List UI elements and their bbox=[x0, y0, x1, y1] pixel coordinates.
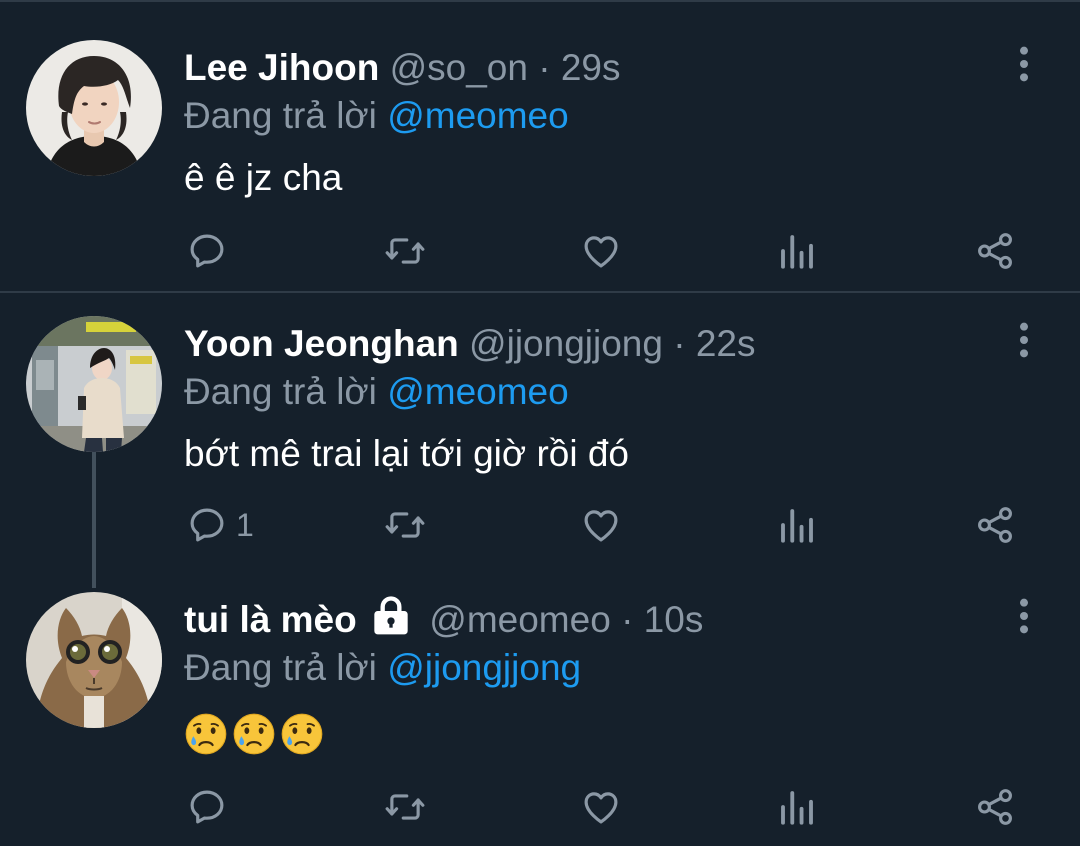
like-icon bbox=[580, 786, 622, 828]
timestamp[interactable]: 10s bbox=[644, 599, 704, 640]
retweet-button[interactable] bbox=[384, 782, 426, 832]
retweet-icon bbox=[384, 230, 426, 272]
like-button[interactable] bbox=[580, 782, 622, 832]
stats-icon bbox=[776, 504, 818, 546]
reply-prefix: Đang trả lời bbox=[184, 371, 377, 412]
like-icon bbox=[580, 230, 622, 272]
reply-button[interactable] bbox=[186, 782, 236, 832]
reply-prefix: Đang trả lời bbox=[184, 95, 377, 136]
tweet-text: ê ê jz cha bbox=[184, 157, 343, 198]
top-divider bbox=[0, 0, 1080, 2]
tweet-actions: 1 bbox=[0, 500, 1080, 560]
more-icon[interactable] bbox=[1004, 44, 1044, 84]
separator-dot: · bbox=[673, 323, 686, 364]
tweet-text bbox=[184, 704, 324, 760]
reply-context: Đang trả lời @jjongjjong bbox=[184, 640, 581, 696]
share-icon bbox=[974, 504, 1016, 546]
reply-mention-link[interactable]: @meomeo bbox=[387, 95, 569, 136]
reply-context: Đang trả lời @meomeo bbox=[184, 88, 569, 144]
share-icon bbox=[974, 230, 1016, 272]
reply-button[interactable]: 1 bbox=[186, 500, 254, 550]
stats-icon bbox=[776, 230, 818, 272]
tweet-actions bbox=[0, 782, 1080, 842]
reply-icon bbox=[186, 230, 228, 272]
display-name[interactable]: Yoon Jeonghan bbox=[184, 323, 459, 364]
reply-count: 1 bbox=[236, 506, 254, 543]
crying-face-emoji bbox=[280, 712, 324, 756]
crying-face-emoji bbox=[184, 712, 228, 756]
like-button[interactable] bbox=[580, 226, 622, 276]
separator-dot: · bbox=[621, 599, 634, 640]
share-button[interactable] bbox=[974, 226, 1016, 276]
user-handle[interactable]: @meomeo bbox=[429, 599, 611, 640]
stats-button[interactable] bbox=[776, 782, 818, 832]
retweet-button[interactable] bbox=[384, 226, 426, 276]
avatar[interactable] bbox=[26, 316, 162, 452]
tweet-actions bbox=[0, 226, 1080, 286]
tweet-divider bbox=[0, 291, 1080, 293]
reply-context: Đang trả lời @meomeo bbox=[184, 364, 569, 420]
stats-button[interactable] bbox=[776, 226, 818, 276]
reply-mention-link[interactable]: @jjongjjong bbox=[387, 647, 581, 688]
stats-button[interactable] bbox=[776, 500, 818, 550]
stats-icon bbox=[776, 786, 818, 828]
reply-prefix: Đang trả lời bbox=[184, 647, 377, 688]
avatar[interactable] bbox=[26, 592, 162, 728]
reply-mention-link[interactable]: @meomeo bbox=[387, 371, 569, 412]
reply-icon bbox=[186, 786, 228, 828]
more-icon[interactable] bbox=[1004, 596, 1044, 636]
more-icon[interactable] bbox=[1004, 320, 1044, 360]
like-button[interactable] bbox=[580, 500, 622, 550]
user-handle[interactable]: @so_on bbox=[390, 47, 528, 88]
share-button[interactable] bbox=[974, 782, 1016, 832]
user-handle[interactable]: @jjongjjong bbox=[469, 323, 663, 364]
timestamp[interactable]: 22s bbox=[696, 323, 756, 364]
reply-icon bbox=[186, 504, 228, 546]
crying-face-emoji bbox=[232, 712, 276, 756]
display-name[interactable]: tui là mèo bbox=[184, 599, 357, 640]
reply-button[interactable] bbox=[186, 226, 236, 276]
avatar[interactable] bbox=[26, 40, 162, 176]
separator-dot: · bbox=[538, 47, 551, 88]
share-button[interactable] bbox=[974, 500, 1016, 550]
retweet-icon bbox=[384, 504, 426, 546]
like-icon bbox=[580, 504, 622, 546]
retweet-button[interactable] bbox=[384, 500, 426, 550]
display-name[interactable]: Lee Jihoon bbox=[184, 47, 379, 88]
tweet-text: bớt mê trai lại tới giờ rồi đó bbox=[184, 433, 629, 474]
timestamp[interactable]: 29s bbox=[561, 47, 621, 88]
retweet-icon bbox=[384, 786, 426, 828]
share-icon bbox=[974, 786, 1016, 828]
